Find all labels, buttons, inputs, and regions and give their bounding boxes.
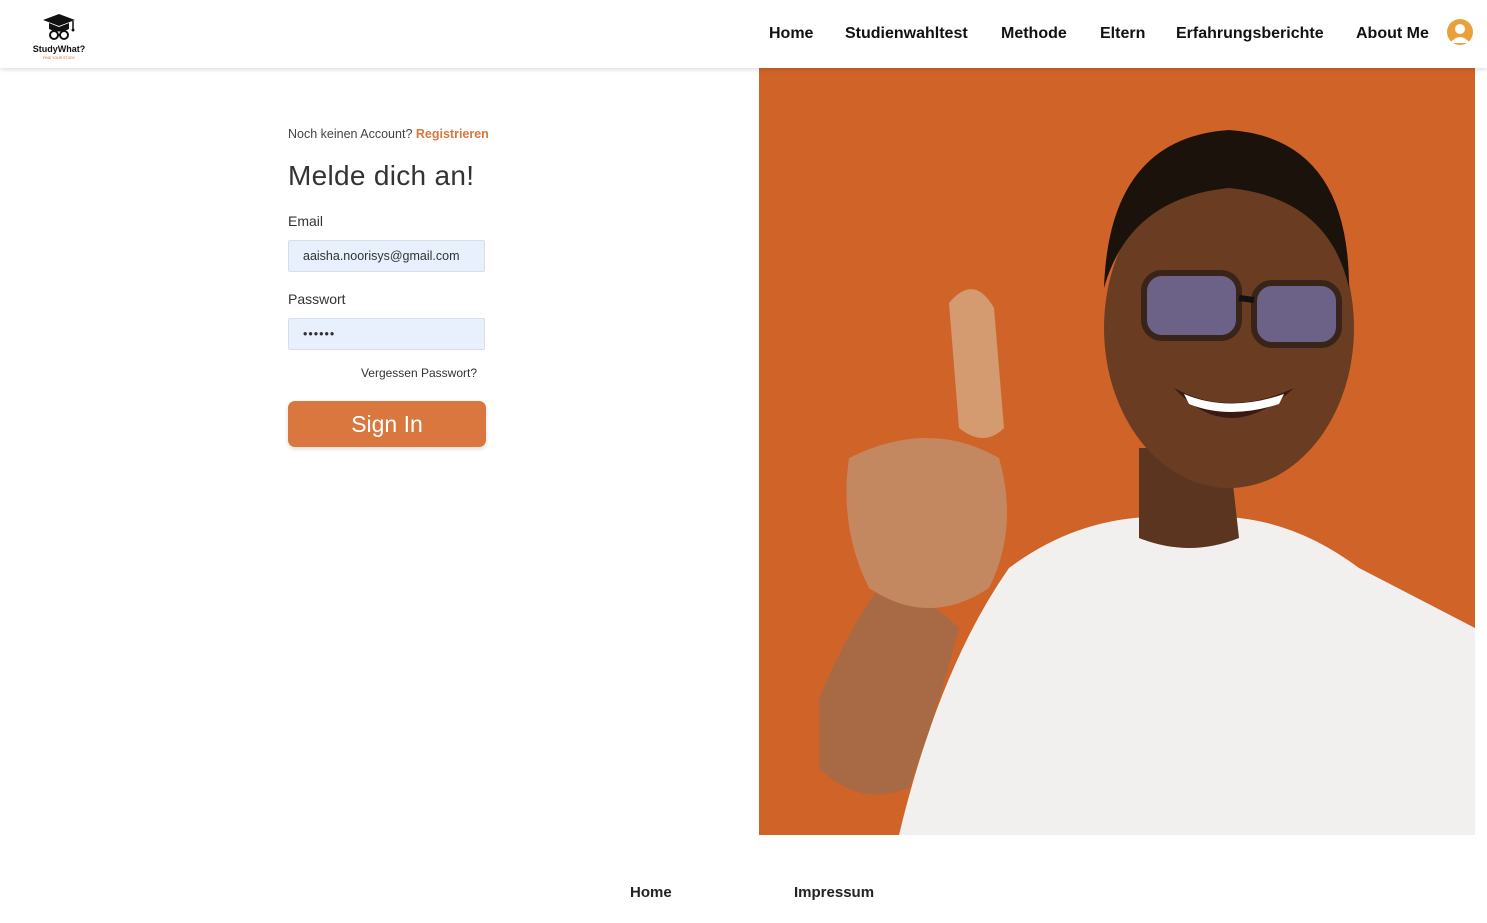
login-heading: Melde dich an! [288,160,475,191]
footer-impressum-link[interactable]: Impressum [794,884,874,901]
brand-tagline: FIND YOUR STUDY [42,56,76,60]
forgot-password-link[interactable]: Vergessen Passwort? [288,366,477,380]
register-link[interactable]: Registrieren [416,127,489,141]
nav-methode[interactable]: Methode [1001,24,1067,44]
password-field[interactable] [288,318,485,350]
site-header: StudyWhat? FIND YOUR STUDY Home Studienw… [0,0,1487,68]
graduation-cap-icon [43,14,75,40]
password-label: Passwort [288,291,346,307]
nav-about-me[interactable]: About Me [1356,24,1429,44]
nav-erfahrungsberichte[interactable]: Erfahrungsberichte [1176,24,1324,44]
nav-home[interactable]: Home [769,24,813,44]
nav-eltern[interactable]: Eltern [1100,24,1145,44]
brand-logo[interactable]: StudyWhat? FIND YOUR STUDY [24,10,94,64]
footer-home-link[interactable]: Home [630,884,672,901]
email-field[interactable] [288,240,485,272]
sign-in-button[interactable]: Sign In [288,401,486,447]
hero-image [759,68,1475,835]
no-account-text: Noch keinen Account? [288,127,413,141]
signup-prompt: Noch keinen Account? Registrieren [288,124,489,144]
nav-studienwahltest[interactable]: Studienwahltest [845,24,968,44]
brand-name: StudyWhat? [32,44,86,54]
student-thumbs-up-illustration [819,130,1475,835]
email-label: Email [288,213,324,229]
user-profile-icon[interactable] [1447,19,1473,45]
